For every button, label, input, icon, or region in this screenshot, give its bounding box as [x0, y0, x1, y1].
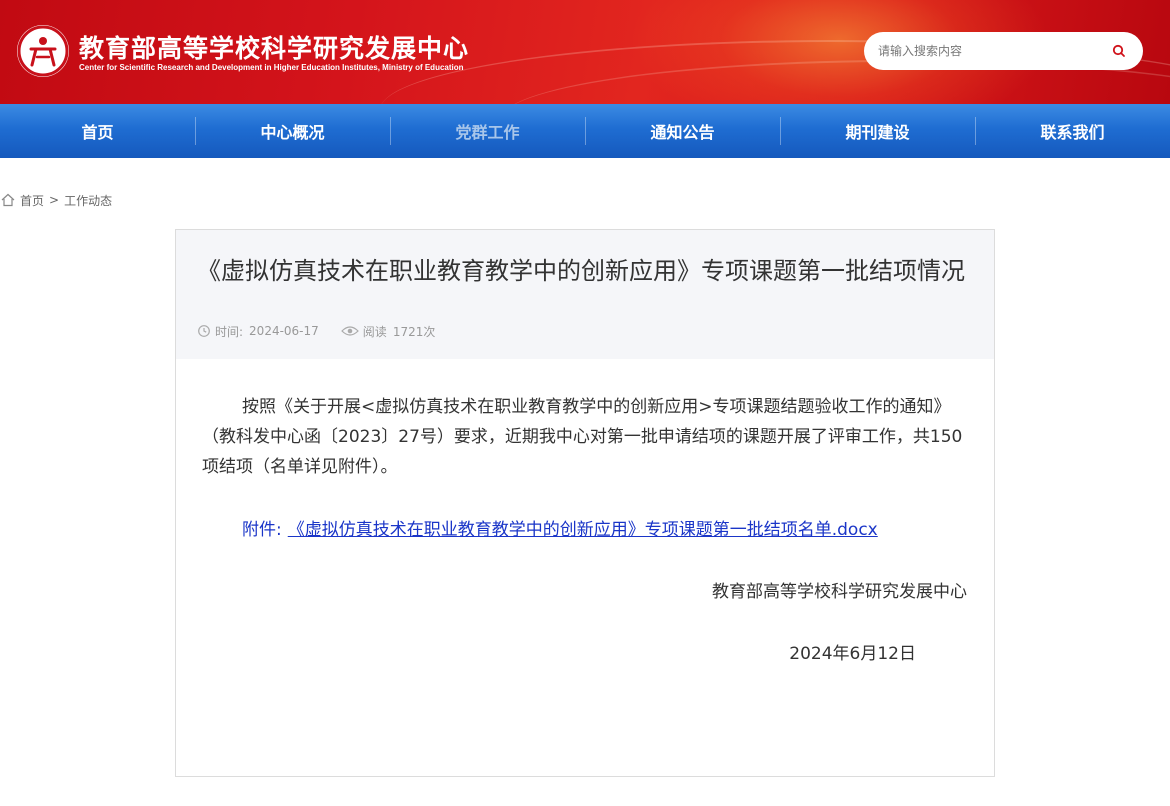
signature-organization: 教育部高等学校科学研究发展中心 [712, 582, 967, 602]
site-header: 教育部高等学校科学研究发展中心 Center for Scientific Re… [0, 0, 1170, 104]
signature-date: 2024年6月12日 [789, 644, 916, 664]
search-input[interactable] [878, 40, 1098, 62]
views-label: 阅读 [362, 324, 387, 339]
article-title: 《虚拟仿真技术在职业教育教学中的创新应用》专项课题第一批结项情况 [197, 257, 965, 285]
breadcrumb-current-link[interactable]: 工作动态 [64, 192, 112, 209]
attachment-label: 附件: [242, 520, 282, 540]
nav-item-party-work[interactable]: 党群工作 [390, 104, 585, 158]
search-icon[interactable] [1110, 42, 1128, 60]
publish-time-label: 时间: [215, 324, 244, 339]
breadcrumb-home-link[interactable]: 首页 [20, 192, 44, 209]
nav-item-journals[interactable]: 期刊建设 [780, 104, 975, 158]
home-icon [0, 192, 16, 208]
attachment-download-link[interactable]: 《虚拟仿真技术在职业教育教学中的创新应用》专项课题第一批结项名单.docx [288, 520, 878, 540]
article-card: 《虚拟仿真技术在职业教育教学中的创新应用》专项课题第一批结项情况 时间: 202… [175, 229, 995, 777]
attachment-line: 附件: 《虚拟仿真技术在职业教育教学中的创新应用》专项课题第一批结项名单.docx [242, 517, 878, 543]
article-meta: 时间: 2024-06-17 阅读 1721次 [197, 322, 435, 340]
breadcrumb-separator: > [49, 193, 60, 207]
nav-item-notices[interactable]: 通知公告 [585, 104, 780, 158]
site-title[interactable]: 教育部高等学校科学研究发展中心 [79, 29, 469, 65]
article-body-paragraph: 按照《关于开展<虚拟仿真技术在职业教育教学中的创新应用>专项课题结题验收工作的通… [202, 397, 963, 477]
logo-emblem-icon[interactable] [17, 25, 69, 77]
clock-icon [197, 324, 211, 338]
nav-item-home[interactable]: 首页 [0, 104, 195, 158]
main-nav: 首页 中心概况 党群工作 通知公告 期刊建设 联系我们 [0, 104, 1170, 158]
breadcrumb: 首页 > 工作动态 [0, 191, 112, 209]
article-header: 《虚拟仿真技术在职业教育教学中的创新应用》专项课题第一批结项情况 时间: 202… [176, 230, 994, 359]
publish-time-value: 2024-06-17 [249, 324, 319, 338]
search-box [864, 32, 1143, 70]
nav-item-contact[interactable]: 联系我们 [975, 104, 1170, 158]
eye-icon [340, 325, 359, 337]
site-subtitle: Center for Scientific Research and Devel… [79, 63, 464, 72]
views-count: 1721次 [392, 324, 436, 339]
nav-item-center-overview[interactable]: 中心概况 [195, 104, 390, 158]
